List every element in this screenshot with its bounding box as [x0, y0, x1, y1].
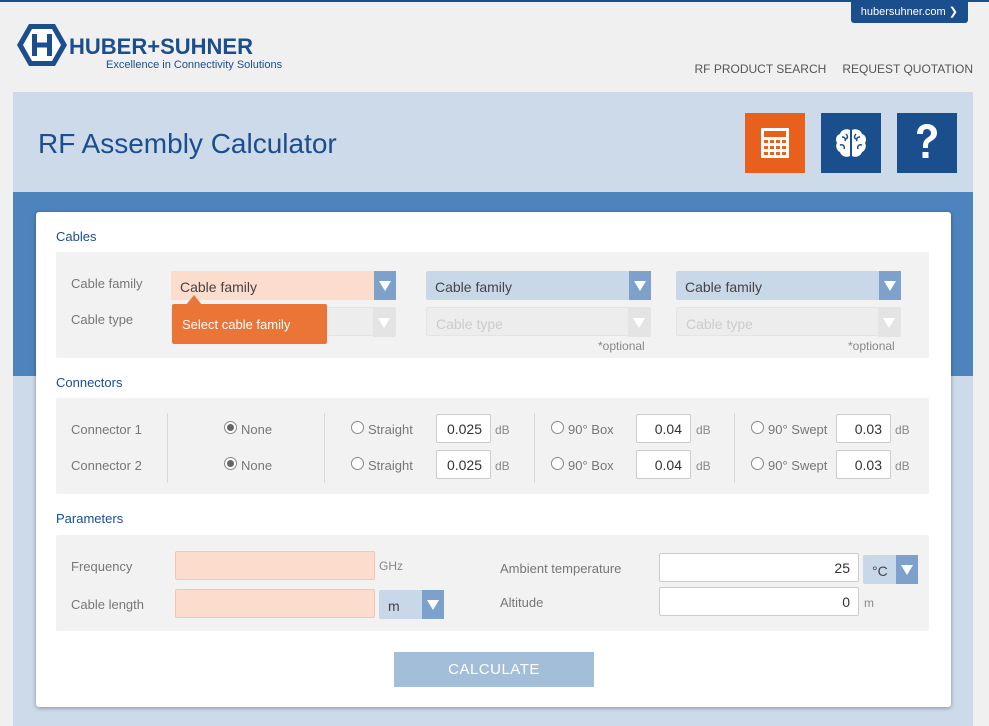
connectors-section-title: Connectors — [56, 375, 123, 390]
cable-family-select-3[interactable]: Cable family — [676, 271, 901, 300]
cable-type-select-2[interactable]: Cable type — [426, 307, 651, 337]
brand-tagline: Excellence in Connectivity Solutions — [106, 59, 283, 71]
connector-1-straight-radio[interactable] — [351, 421, 364, 434]
brand-name: HUBER+SUHNER — [69, 34, 253, 59]
parameters-section-title: Parameters — [56, 511, 124, 526]
chevron-down-icon — [896, 555, 918, 584]
hero-header: RF Assembly Calculator — [13, 92, 973, 192]
cable-length-input[interactable] — [175, 589, 375, 618]
connector-2-swept-db-input[interactable]: 0.03 — [836, 450, 891, 479]
brain-button[interactable] — [821, 113, 881, 173]
nav-request-quotation[interactable]: REQUEST QUOTATION — [842, 62, 973, 76]
chevron-down-icon — [373, 308, 395, 337]
connector-2-swept-label: 90° Swept — [768, 458, 828, 473]
connector-1-straight-label: Straight — [368, 422, 413, 437]
divider — [534, 413, 535, 483]
connector-1-box-db-input[interactable]: 0.04 — [636, 414, 691, 443]
chevron-down-icon — [878, 308, 900, 337]
cable-family-select-2-value: Cable family — [435, 279, 513, 295]
cable-type-select-3-value: Cable type — [686, 316, 753, 332]
altitude-input[interactable]: 0 — [659, 587, 859, 616]
connectors-panel: Connector 1 None Straight 0.025 dB 90° B… — [56, 398, 929, 494]
unit-db: dB — [696, 423, 711, 437]
page-title: RF Assembly Calculator — [38, 128, 337, 159]
connector-2-box-label: 90° Box — [568, 458, 614, 473]
connector-2-none-radio[interactable] — [224, 457, 237, 470]
connector-1-none-label: None — [241, 422, 273, 437]
parameters-panel: Frequency GHz Cable length m Ambient tem… — [56, 535, 929, 631]
cable-type-select-3[interactable]: Cable type — [676, 307, 901, 337]
calculate-button[interactable]: CALCULATE — [394, 652, 594, 687]
temperature-unit-select[interactable]: °C — [863, 555, 918, 584]
validation-tooltip: Select cable family — [172, 295, 327, 344]
length-unit-value: m — [388, 598, 400, 614]
cables-panel: Cable family Cable type Cable family Cab… — [56, 252, 929, 358]
altitude-label: Altitude — [500, 595, 544, 610]
connector-1-straight-db-input[interactable]: 0.025 — [436, 414, 491, 443]
altitude-unit: m — [864, 596, 874, 610]
connector-1-none-radio[interactable] — [224, 421, 237, 434]
chevron-down-icon — [879, 271, 901, 300]
connector-1-box-radio[interactable] — [551, 421, 564, 434]
chevron-down-icon — [374, 271, 396, 300]
frequency-unit: GHz — [379, 559, 403, 573]
nav-rf-product-search[interactable]: RF PRODUCT SEARCH — [695, 62, 827, 76]
connector-1-swept-radio[interactable] — [751, 421, 764, 434]
calculator-icon — [761, 128, 789, 158]
cable-family-select-3-value: Cable family — [685, 279, 763, 295]
optional-note-3: *optional — [848, 339, 895, 353]
calculator-card: Cables Cable family Cable type Cable fam… — [36, 212, 951, 707]
cable-family-label: Cable family — [71, 276, 143, 291]
connector-2-swept-radio[interactable] — [751, 457, 764, 470]
hs-logo-icon — [17, 24, 67, 66]
unit-db: dB — [495, 459, 510, 473]
connector-2-box-db-input[interactable]: 0.04 — [636, 450, 691, 479]
connector-2-straight-radio[interactable] — [351, 457, 364, 470]
connector-1-swept-label: 90° Swept — [768, 422, 828, 437]
connector-1-label: Connector 1 — [71, 422, 142, 437]
connector-2-none-label: None — [241, 458, 273, 473]
cable-type-select-2-value: Cable type — [436, 316, 503, 332]
calculator-button[interactable] — [745, 113, 805, 173]
divider — [167, 413, 168, 483]
question-icon — [917, 124, 937, 158]
brain-icon — [836, 129, 866, 157]
cable-family-select-1-value: Cable family — [180, 279, 258, 295]
unit-db: dB — [495, 423, 510, 437]
unit-db: dB — [895, 423, 910, 437]
connector-2-straight-label: Straight — [368, 458, 413, 473]
connector-2-box-radio[interactable] — [551, 457, 564, 470]
connector-1-swept-db-input[interactable]: 0.03 — [836, 414, 891, 443]
chevron-down-icon — [422, 590, 444, 619]
connector-1-box-label: 90° Box — [568, 422, 614, 437]
divider — [734, 413, 735, 483]
unit-db: dB — [895, 459, 910, 473]
chevron-down-icon — [628, 308, 650, 337]
optional-note-2: *optional — [598, 339, 645, 353]
unit-db: dB — [696, 459, 711, 473]
top-navigation: RF PRODUCT SEARCH REQUEST QUOTATION — [695, 62, 973, 76]
connector-2-straight-db-input[interactable]: 0.025 — [436, 450, 491, 479]
cable-family-select-1[interactable]: Cable family — [171, 271, 396, 300]
ambient-temperature-input[interactable]: 25 — [659, 553, 859, 582]
chevron-down-icon — [629, 271, 651, 300]
cables-section-title: Cables — [56, 229, 97, 244]
cable-type-label: Cable type — [71, 312, 134, 327]
top-accent-line — [0, 0, 989, 2]
cable-length-label: Cable length — [71, 597, 144, 612]
temperature-unit-value: °C — [872, 563, 888, 579]
help-button[interactable] — [897, 113, 957, 173]
connector-2-label: Connector 2 — [71, 458, 142, 473]
length-unit-select[interactable]: m — [379, 590, 444, 619]
divider — [324, 413, 325, 483]
ambient-temperature-label: Ambient temperature — [500, 561, 622, 576]
frequency-input[interactable] — [175, 551, 375, 580]
hubersuhner-link[interactable]: hubersuhner.com ❯ — [850, 2, 968, 23]
frequency-label: Frequency — [71, 559, 133, 574]
cable-family-select-2[interactable]: Cable family — [426, 271, 651, 300]
